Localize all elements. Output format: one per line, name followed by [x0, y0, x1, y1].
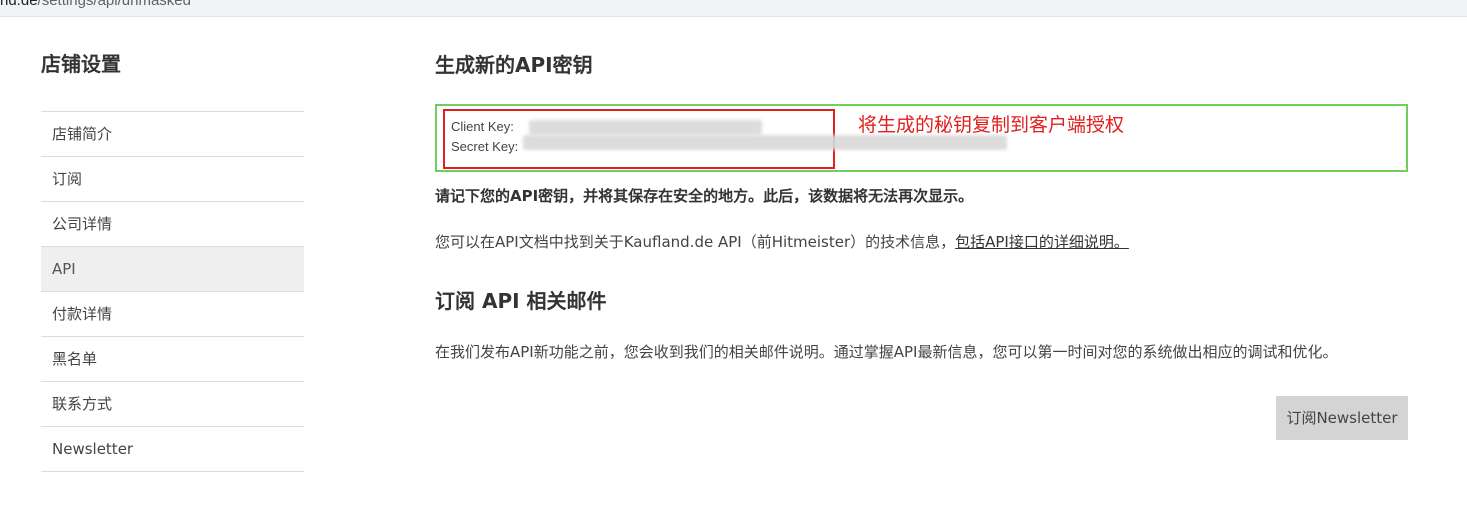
api-docs-info: 您可以在API文档中找到关于Kaufland.de API（前Hitmeiste… — [435, 231, 1129, 252]
subscribe-newsletter-button[interactable]: 订阅Newsletter — [1276, 396, 1408, 440]
secret-key-value-redacted[interactable] — [523, 135, 1007, 150]
api-key-box: Client Key: Secret Key: 将生成的秘钥复制到客户端授权 — [435, 104, 1408, 172]
api-docs-link[interactable]: 包括API接口的详细说明。 — [955, 233, 1129, 251]
subscribe-description: 在我们发布API新功能之前，您会收到我们的相关邮件说明。通过掌握API最新信息，… — [435, 343, 1338, 361]
warning-text: 请记下您的API密钥，并将其保存在安全的地方。此后，该数据将无法再次显示。 — [435, 187, 974, 205]
api-docs-text: 您可以在API文档中找到关于Kaufland.de API（前Hitmeiste… — [435, 233, 956, 251]
sidebar-item-newsletter[interactable]: Newsletter — [41, 427, 304, 472]
sidebar-title: 店铺设置 — [41, 52, 121, 76]
subscribe-api-mail-title: 订阅 API 相关邮件 — [435, 289, 607, 313]
sidebar-item-api[interactable]: API — [41, 247, 304, 292]
sidebar-item-contact[interactable]: 联系方式 — [41, 382, 304, 427]
sidebar-item-subscription[interactable]: 订阅 — [41, 157, 304, 202]
annotation-text: 将生成的秘钥复制到客户端授权 — [858, 114, 1125, 136]
secret-key-label: Secret Key: — [451, 139, 519, 154]
sidebar-item-blacklist[interactable]: 黑名单 — [41, 337, 304, 382]
sidebar-item-payment-details[interactable]: 付款详情 — [41, 292, 304, 337]
browser-address-bar[interactable]: nd.de/settings/api/unmasked — [0, 0, 1467, 17]
client-key-label: Client Key: — [451, 119, 514, 134]
client-key-value-redacted[interactable] — [529, 120, 762, 135]
settings-sidebar: 店铺设置 店铺简介 订阅 公司详情 API 付款详情 黑名单 联系方式 News… — [41, 50, 304, 472]
url-text: nd.de/settings/api/unmasked — [0, 0, 191, 9]
main-content: 生成新的API密钥 Client Key: Secret Key: 将生成的秘钥… — [435, 50, 1415, 440]
sidebar-list: 店铺简介 订阅 公司详情 API 付款详情 黑名单 联系方式 Newslette… — [41, 111, 304, 472]
sidebar-item-company-details[interactable]: 公司详情 — [41, 202, 304, 247]
generate-api-key-title: 生成新的API密钥 — [435, 53, 593, 77]
sidebar-item-shop-profile[interactable]: 店铺简介 — [41, 112, 304, 157]
